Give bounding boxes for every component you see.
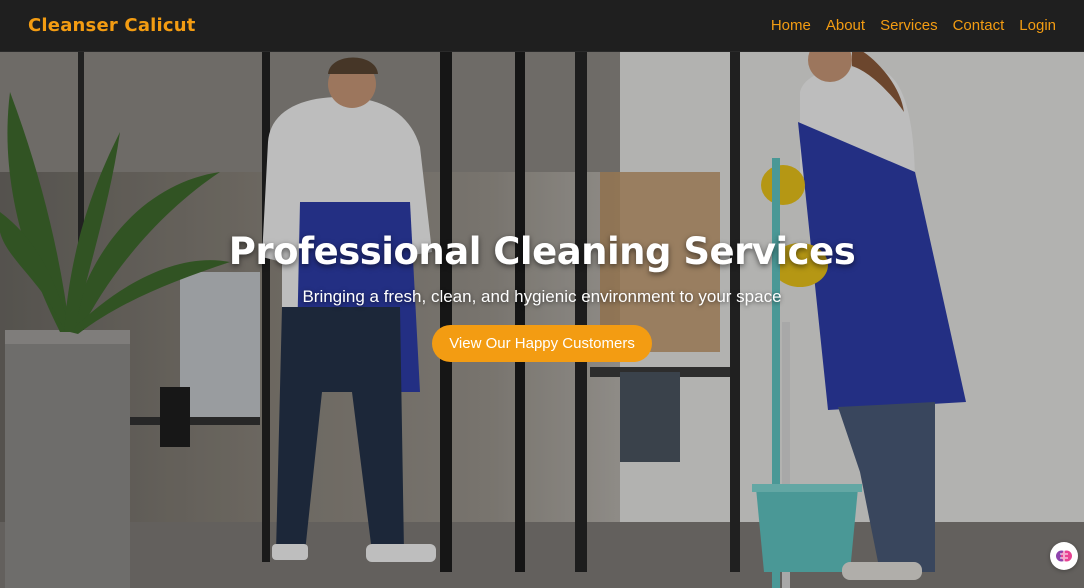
nav-link-contact[interactable]: Contact [953,17,1005,34]
brain-icon [1056,550,1072,562]
nav-link-home[interactable]: Home [771,17,811,34]
view-happy-customers-button[interactable]: View Our Happy Customers [432,325,652,362]
nav-link-login[interactable]: Login [1019,17,1056,34]
nav-link-services[interactable]: Services [880,17,938,34]
assistant-bubble[interactable] [1050,542,1078,570]
hero-subtitle: Bringing a fresh, clean, and hygienic en… [302,287,782,306]
hero-title: Professional Cleaning Services [228,230,856,273]
navbar: Cleanser Calicut Home About Services Con… [0,0,1084,52]
hero-section: Professional Cleaning Services Bringing … [0,52,1084,588]
hero-content: Professional Cleaning Services Bringing … [0,52,1084,588]
nav-links: Home About Services Contact Login [771,17,1056,34]
brand-logo-text[interactable]: Cleanser Calicut [28,15,196,36]
nav-link-about[interactable]: About [826,17,865,34]
